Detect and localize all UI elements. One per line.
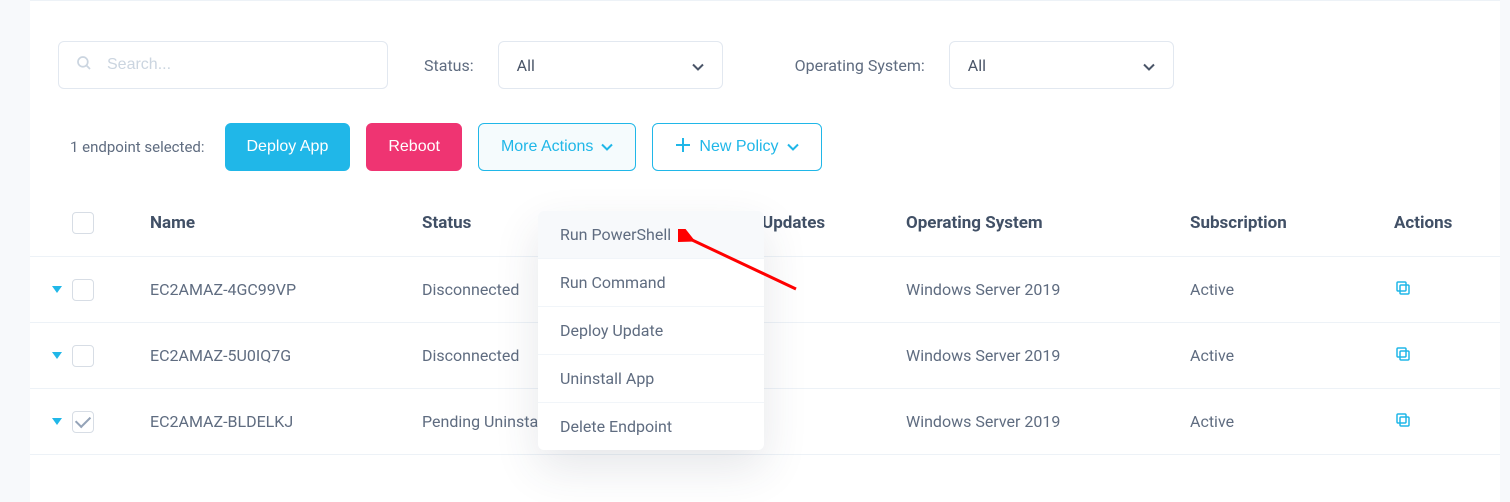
os-filter-select[interactable]: All: [949, 41, 1174, 89]
new-policy-button[interactable]: New Policy: [652, 123, 821, 171]
table-row: EC2AMAZ-4GC99VPDisconnectedWindows Serve…: [30, 257, 1500, 323]
search-input[interactable]: [105, 55, 371, 75]
cell-name: EC2AMAZ-BLDELKJ: [150, 412, 422, 431]
status-filter-select[interactable]: All: [498, 41, 723, 89]
deploy-app-button[interactable]: Deploy App: [225, 123, 351, 171]
table-row: EC2AMAZ-BLDELKJPending UninstallWindows …: [30, 389, 1500, 455]
row-checkbox[interactable]: [72, 411, 94, 433]
copy-icon[interactable]: [1394, 345, 1412, 363]
cell-subscription: Active: [1190, 346, 1394, 365]
cell-name: EC2AMAZ-4GC99VP: [150, 280, 422, 299]
cell-name: EC2AMAZ-5U0IQ7G: [150, 346, 422, 365]
chevron-down-icon: [601, 138, 613, 156]
more-actions-button[interactable]: More Actions: [478, 123, 636, 171]
table-row: EC2AMAZ-5U0IQ7GDisconnectedWindows Serve…: [30, 323, 1500, 389]
chevron-down-icon: [1143, 56, 1155, 75]
chevron-down-icon: [692, 56, 704, 75]
col-header-os[interactable]: Operating System: [906, 213, 1190, 233]
endpoints-table: Name Status Updates Operating System Sub…: [30, 189, 1500, 455]
cell-os: Windows Server 2019: [906, 346, 1190, 365]
deploy-app-label: Deploy App: [247, 138, 329, 156]
row-checkbox[interactable]: [72, 345, 94, 367]
col-header-actions: Actions: [1394, 213, 1500, 233]
status-filter-label: Status:: [424, 56, 474, 75]
more-actions-label: More Actions: [501, 138, 593, 156]
expand-row-icon[interactable]: [50, 349, 64, 363]
col-header-name[interactable]: Name: [150, 213, 422, 233]
col-header-subscription[interactable]: Subscription: [1190, 213, 1394, 233]
search-input-wrap[interactable]: [58, 41, 388, 89]
menu-delete-endpoint[interactable]: Delete Endpoint: [538, 403, 764, 450]
reboot-button[interactable]: Reboot: [366, 123, 462, 171]
menu-run-powershell[interactable]: Run PowerShell: [538, 211, 764, 259]
os-filter-value: All: [968, 56, 986, 75]
new-policy-label: New Policy: [699, 138, 778, 156]
status-filter-value: All: [517, 56, 535, 75]
plus-icon: [675, 137, 691, 158]
table-header: Name Status Updates Operating System Sub…: [30, 189, 1500, 257]
row-checkbox[interactable]: [72, 279, 94, 301]
os-filter-label: Operating System:: [795, 56, 925, 75]
reboot-label: Reboot: [388, 138, 440, 156]
expand-row-icon[interactable]: [50, 283, 64, 297]
col-header-updates[interactable]: Updates: [762, 213, 906, 233]
more-actions-menu: Run PowerShell Run Command Deploy Update…: [538, 211, 764, 450]
cell-os: Windows Server 2019: [906, 280, 1190, 299]
copy-icon[interactable]: [1394, 411, 1412, 429]
chevron-down-icon: [787, 138, 799, 156]
menu-run-command[interactable]: Run Command: [538, 259, 764, 307]
search-icon: [75, 54, 93, 76]
cell-os: Windows Server 2019: [906, 412, 1190, 431]
cell-subscription: Active: [1190, 412, 1394, 431]
expand-row-icon[interactable]: [50, 415, 64, 429]
filters-bar: Status: All Operating System: All: [30, 1, 1500, 89]
menu-uninstall-app[interactable]: Uninstall App: [538, 355, 764, 403]
select-all-checkbox[interactable]: [72, 212, 94, 234]
toolbar: 1 endpoint selected: Deploy App Reboot M…: [30, 89, 1500, 171]
cell-subscription: Active: [1190, 280, 1394, 299]
copy-icon[interactable]: [1394, 279, 1412, 297]
selection-count-text: 1 endpoint selected:: [70, 138, 205, 156]
menu-deploy-update[interactable]: Deploy Update: [538, 307, 764, 355]
